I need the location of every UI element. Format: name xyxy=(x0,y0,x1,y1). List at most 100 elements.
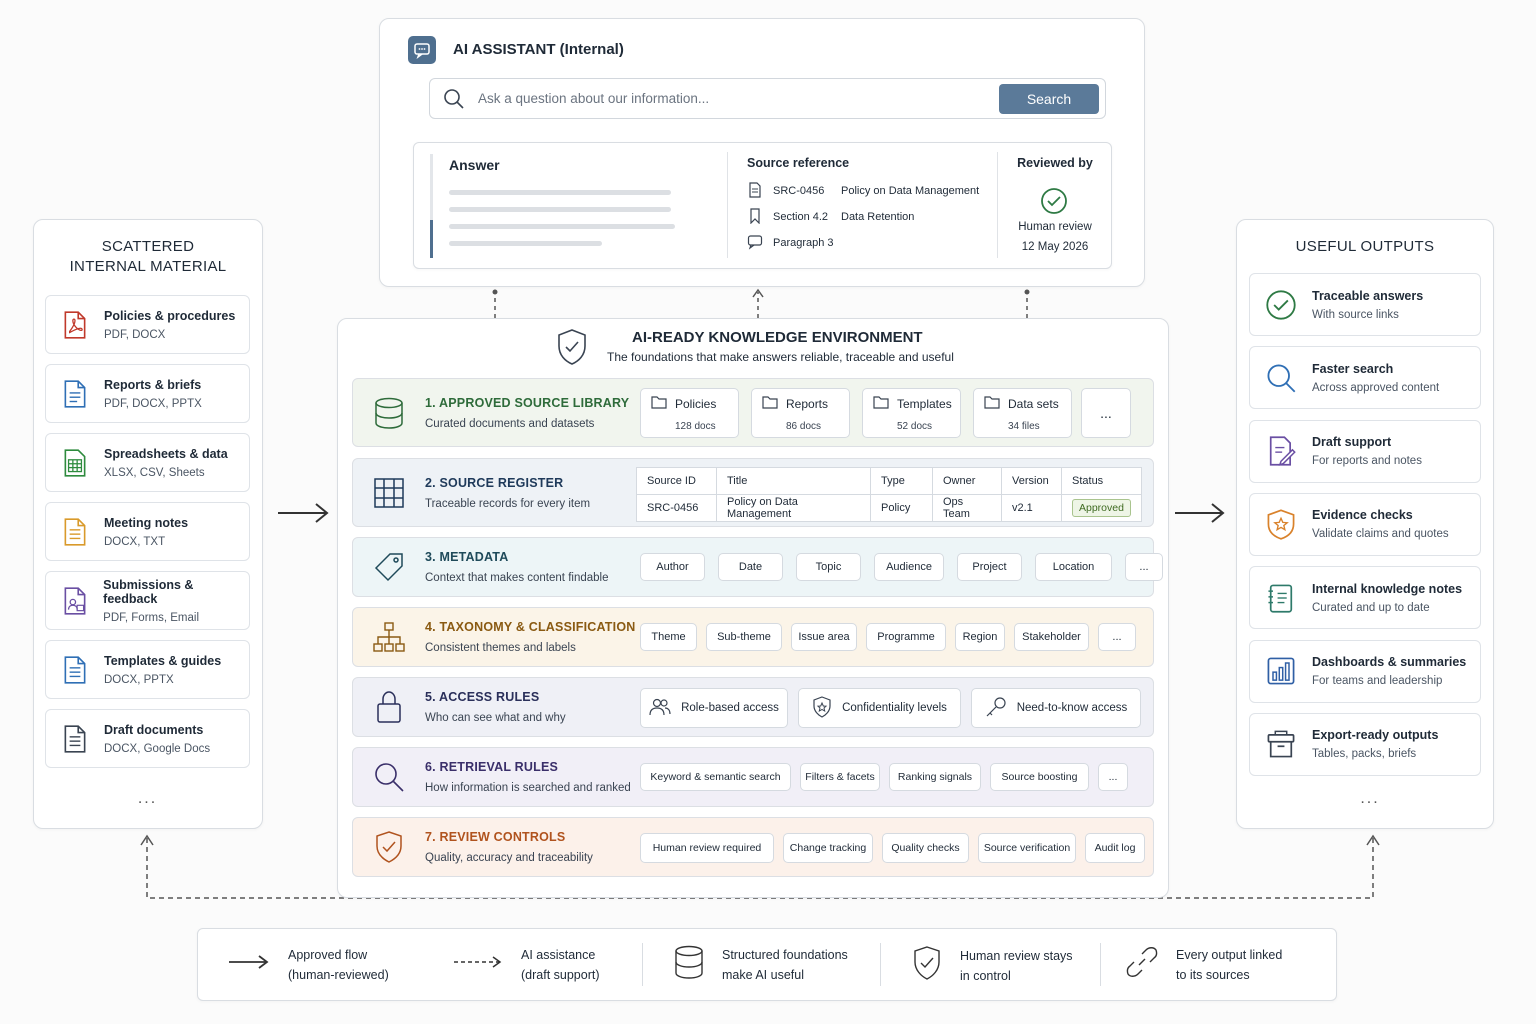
card-formats: XLSX, CSV, Sheets xyxy=(104,466,205,479)
card-title: Submissions & feedback xyxy=(103,577,194,606)
card-title: Meeting notes xyxy=(104,515,189,530)
filter-chip[interactable]: Human review required xyxy=(640,833,774,863)
card-desc: With source links xyxy=(1312,308,1399,321)
table-row[interactable]: SRC-0456 Policy on Data Management Polic… xyxy=(636,494,1142,522)
card-text: Internal knowledge notes Curated and up t… xyxy=(1312,582,1462,614)
hierarchy-icon xyxy=(353,621,425,653)
card-text: Draft documents DOCX, Google Docs xyxy=(104,723,210,755)
tag-icon xyxy=(353,551,425,583)
library-category-chip[interactable]: Reports 86 docs xyxy=(751,388,850,438)
filter-chip[interactable]: Location xyxy=(1035,553,1112,581)
filter-chip[interactable]: Programme xyxy=(866,623,946,651)
library-category-chip[interactable]: Templates 52 docs xyxy=(862,388,961,438)
reviewer-name: Human review xyxy=(1018,221,1092,233)
more-button[interactable]: ... xyxy=(1081,388,1131,438)
output-card[interactable]: Evidence checks Validate claims and quote… xyxy=(1249,492,1481,556)
solid-arrow-icon xyxy=(228,954,270,976)
filter-chip[interactable]: Keyword & semantic search xyxy=(640,763,791,791)
shield-check-icon xyxy=(556,328,588,371)
row-subtitle: How information is searched and ranked xyxy=(425,782,631,794)
reviewed-by-label: Reviewed by xyxy=(1017,156,1093,170)
source-material-card[interactable]: Reports & briefs PDF, DOCX, PPTX xyxy=(45,364,250,423)
row-title: 7. REVIEW CONTROLS xyxy=(425,830,566,844)
output-card[interactable]: Export-ready outputs Tables, packs, brief… xyxy=(1249,712,1481,776)
row-subtitle: Traceable records for every item xyxy=(425,497,591,510)
filter-chip[interactable]: Source verification xyxy=(978,833,1076,863)
filter-chip[interactable]: Quality checks xyxy=(882,833,969,863)
folder-icon xyxy=(873,394,897,413)
row-subtitle: Consistent themes and labels xyxy=(425,642,576,654)
output-card[interactable]: Draft support For reports and notes xyxy=(1249,419,1481,483)
answer-scroll-thumb[interactable] xyxy=(430,220,433,258)
confidentiality-levels-chip[interactable]: Confidentiality levels xyxy=(798,688,961,728)
card-text: Draft support For reports and notes xyxy=(1312,435,1422,467)
more-button[interactable]: ... xyxy=(1098,623,1136,651)
library-category-chip[interactable]: Data sets 34 files xyxy=(973,388,1072,438)
output-card[interactable]: Faster search Across approved content xyxy=(1249,346,1481,410)
filter-chip[interactable]: Change tracking xyxy=(783,833,873,863)
legend-item: Every output linked to its sources xyxy=(1126,945,1282,985)
filter-chip[interactable]: Project xyxy=(957,553,1022,581)
column-header: Title xyxy=(716,467,871,495)
source-material-card[interactable]: Policies & procedures PDF, DOCX xyxy=(45,295,250,354)
output-card[interactable]: Dashboards & summaries For teams and lead… xyxy=(1249,639,1481,703)
filter-chip[interactable]: Region xyxy=(955,623,1005,651)
column-header: Owner xyxy=(932,467,1002,495)
spreadsheet-icon xyxy=(46,448,104,478)
source-material-card[interactable]: Draft documents DOCX, Google Docs xyxy=(45,709,250,768)
legend-text: (draft support) xyxy=(521,968,600,982)
environment-title: AI-READY KNOWLEDGE ENVIRONMENT xyxy=(632,329,923,346)
source-material-card[interactable]: Spreadsheets & data XLSX, CSV, Sheets xyxy=(45,433,250,492)
source-row[interactable]: Section 4.2 Data Retention xyxy=(747,204,979,230)
need-to-know-access-chip[interactable]: Need-to-know access xyxy=(971,688,1141,728)
card-formats: PDF, DOCX, PPTX xyxy=(104,397,202,410)
card-text: Reports & briefs PDF, DOCX, PPTX xyxy=(104,378,202,410)
card-formats: DOCX, TXT xyxy=(104,535,166,548)
legend-text: Approved flow xyxy=(288,948,368,962)
more-indicator: ... xyxy=(137,790,158,807)
card-desc: For reports and notes xyxy=(1312,455,1422,468)
chip-label: Templates xyxy=(897,396,952,411)
row-subtitle: Curated documents and datasets xyxy=(425,417,595,430)
filter-chip[interactable]: Stakeholder xyxy=(1014,623,1089,651)
filter-chip[interactable]: Filters & facets xyxy=(800,763,880,791)
source-register-table: Source ID Title Type Owner Version Statu… xyxy=(636,467,1142,522)
chip-label: Data sets xyxy=(1008,396,1059,411)
filter-chip[interactable]: Audience xyxy=(874,553,944,581)
filter-chip[interactable]: Date xyxy=(718,553,783,581)
more-button[interactable]: ... xyxy=(1125,553,1163,581)
filter-chip[interactable]: Sub-theme xyxy=(706,623,782,651)
source-text: Data Retention xyxy=(841,211,915,223)
library-category-chip[interactable]: Policies 128 docs xyxy=(640,388,739,438)
card-title: Templates & guides xyxy=(104,653,222,668)
filter-chip[interactable]: Audit log xyxy=(1085,833,1145,863)
output-card[interactable]: Internal knowledge notes Curated and up t… xyxy=(1249,566,1481,630)
source-material-card[interactable]: Meeting notes DOCX, TXT xyxy=(45,502,250,561)
card-text: Evidence checks Validate claims and quote… xyxy=(1312,508,1449,540)
filter-chip[interactable]: Ranking signals xyxy=(889,763,981,791)
database-icon xyxy=(674,945,704,985)
check-circle-icon xyxy=(1040,187,1068,220)
legend-item: Structured foundations make AI useful xyxy=(674,945,848,985)
chip-title: Data sets xyxy=(984,394,1071,413)
filter-chip[interactable]: Author xyxy=(640,553,705,581)
chip-count: 52 docs xyxy=(897,421,933,432)
filter-chip[interactable]: Topic xyxy=(796,553,861,581)
table-cell: v2.1 xyxy=(1001,494,1062,522)
filter-chip[interactable]: Source boosting xyxy=(990,763,1089,791)
output-card[interactable]: Traceable answers With source links xyxy=(1249,273,1481,336)
filter-chip[interactable]: Issue area xyxy=(791,623,857,651)
search-button[interactable]: Search xyxy=(999,83,1099,114)
search-input[interactable] xyxy=(478,79,999,118)
row-subtitle: Who can see what and why xyxy=(425,712,566,724)
source-material-card[interactable]: Submissions & feedback PDF, Forms, Email xyxy=(45,571,250,630)
source-row[interactable]: SRC-0456 Policy on Data Management xyxy=(747,178,979,204)
more-button[interactable]: ... xyxy=(1098,763,1128,791)
card-title: Dashboards & summaries xyxy=(1312,655,1467,669)
row-title: 4. TAXONOMY & CLASSIFICATION xyxy=(425,620,636,634)
table-cell: SRC-0456 xyxy=(636,494,717,522)
filter-chip[interactable]: Theme xyxy=(640,623,697,651)
source-material-card[interactable]: Templates & guides DOCX, PPTX xyxy=(45,640,250,699)
source-row[interactable]: Paragraph 3 xyxy=(747,230,979,256)
role-based-access-chip[interactable]: Role-based access xyxy=(640,688,788,728)
